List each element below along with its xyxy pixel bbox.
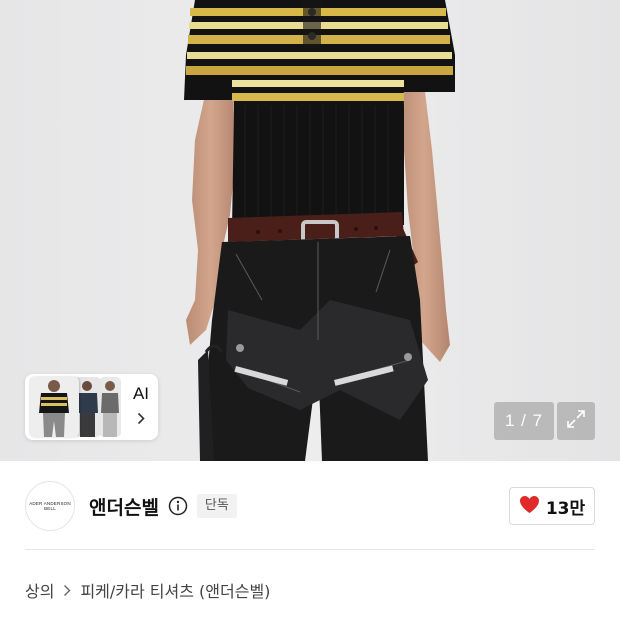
ai-label: AI — [132, 384, 150, 403]
brand-logo[interactable]: ADER ANDERSON BELL — [25, 481, 75, 531]
like-count: 13만 — [545, 498, 586, 519]
ai-side: AI — [125, 377, 157, 437]
brand-logo-text: ADER ANDERSON BELL — [29, 501, 71, 511]
brand-name[interactable]: 앤더슨벨 — [89, 493, 159, 520]
breadcrumb: 상의 피케/카라 티셔츠 (앤더슨벨) — [25, 578, 270, 602]
chevron-right-icon — [63, 584, 71, 597]
ai-thumbnail — [99, 377, 121, 437]
chevron-right-icon — [137, 410, 145, 429]
like-button[interactable]: 13만 — [509, 487, 595, 525]
info-icon[interactable] — [168, 496, 188, 516]
product-image-gallery[interactable]: AI 1 / 7 — [0, 0, 620, 461]
expand-button[interactable] — [557, 402, 595, 440]
image-counter: 1 / 7 — [494, 402, 554, 440]
expand-icon — [565, 408, 587, 434]
exclusive-badge: 단독 — [196, 494, 237, 518]
divider — [25, 549, 595, 550]
breadcrumb-item-subcategory[interactable]: 피케/카라 티셔츠 (앤더슨벨) — [80, 578, 270, 602]
heart-icon — [519, 495, 540, 518]
ai-styling-card[interactable]: AI — [25, 374, 158, 440]
ai-thumbnails — [29, 377, 121, 437]
breadcrumb-item-category[interactable]: 상의 — [25, 578, 54, 602]
brand-row: ADER ANDERSON BELL 앤더슨벨 단독 13만 — [25, 478, 595, 534]
ai-thumbnail — [29, 377, 79, 437]
